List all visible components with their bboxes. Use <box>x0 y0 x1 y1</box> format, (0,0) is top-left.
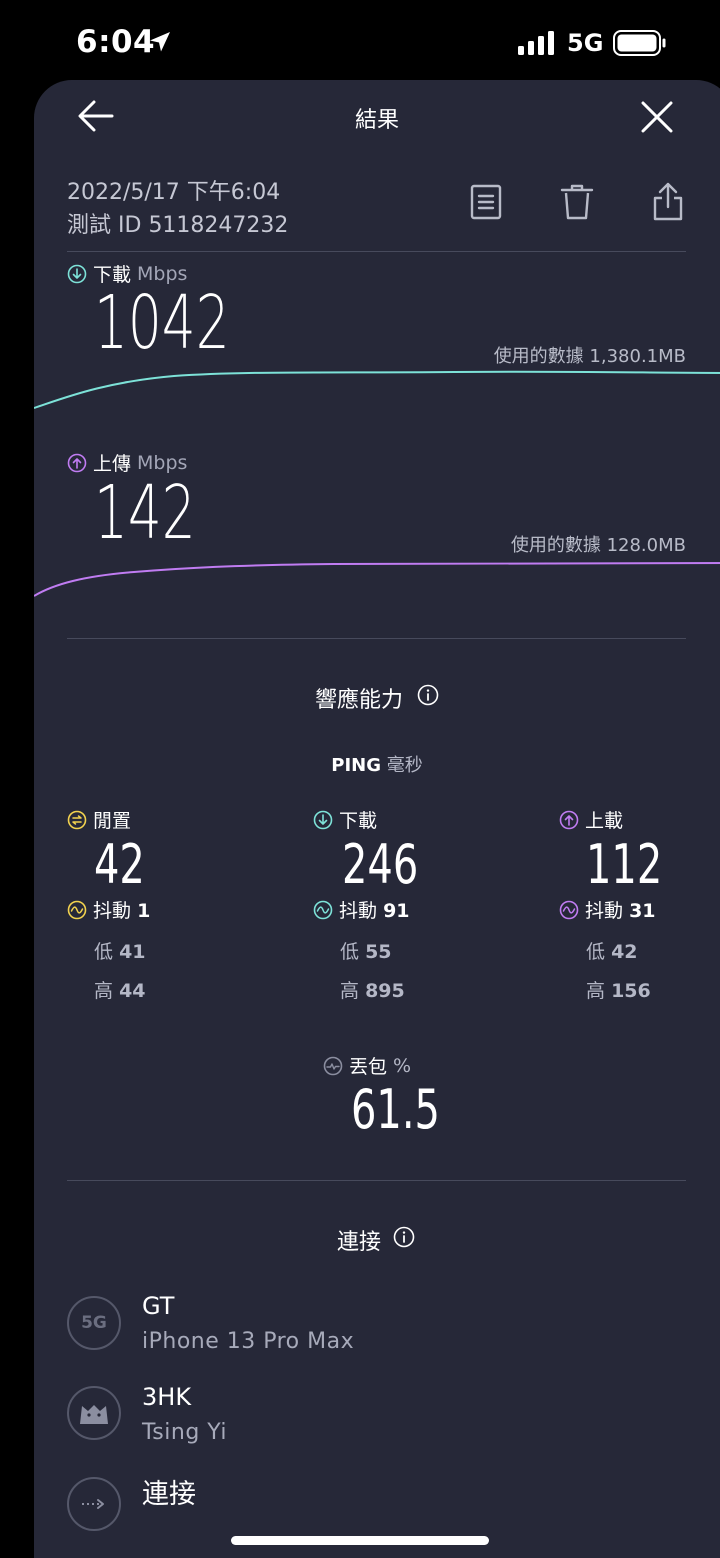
ping-idle-header: 閒置 <box>67 806 267 833</box>
ping-upload-label: 上載 <box>585 810 624 832</box>
ping-idle-jitter: 抖動 1 <box>67 896 267 923</box>
connection-type-label: 連接 <box>142 1479 196 1510</box>
connection-server-location: Tsing Yi <box>142 1420 228 1445</box>
responsiveness-title: 響應能力 <box>34 682 684 714</box>
results-sheet: 結果 2022/5/17 下午6:04 測試 ID 5118247232 下載 … <box>34 80 720 1558</box>
packet-loss-value: 61.5 <box>351 1078 440 1141</box>
ping-upload-jitter: 抖動 31 <box>559 896 720 923</box>
ping-download-jitter: 抖動 91 <box>313 896 513 923</box>
ping-download-value: 246 <box>342 833 419 896</box>
jitter-icon <box>313 900 333 919</box>
upload-speed: 142 <box>94 470 196 556</box>
ping-upload-value: 112 <box>586 833 663 896</box>
connection-title: 連接 <box>34 1224 684 1256</box>
ping-upload-column: 上載 112 抖動 31 低 42 高 156 <box>559 806 720 1003</box>
network-type-badge: 5G <box>67 1296 121 1350</box>
packet-loss-icon <box>323 1056 343 1075</box>
ping-download-low: 低 55 <box>340 941 392 963</box>
ping-upload-high: 高 156 <box>586 980 651 1002</box>
share-icon[interactable] <box>652 181 684 221</box>
ping-download-column: 下載 246 抖動 91 低 55 高 895 <box>313 806 513 1003</box>
network-type: 5G <box>567 29 604 57</box>
status-bar: 6:04 5G <box>0 0 720 80</box>
ping-unit: 毫秒 <box>386 755 423 776</box>
battery-icon <box>613 30 666 56</box>
arrow-right-dotted-icon <box>82 1499 104 1509</box>
connection-device-model: iPhone 13 Pro Max <box>142 1329 355 1354</box>
test-id-line: 測試 ID 5118247232 <box>67 207 288 239</box>
ping-upload-header: 上載 <box>559 806 720 833</box>
status-time: 6:04 <box>76 24 156 60</box>
connection-carrier-name: 3HK <box>142 1383 192 1411</box>
download-speed: 1042 <box>94 280 230 366</box>
page-title: 結果 <box>354 108 399 133</box>
divider <box>67 638 686 639</box>
trash-icon[interactable] <box>560 184 594 220</box>
upload-arrow-icon <box>559 810 579 829</box>
ping-idle-label: 閒置 <box>93 810 132 832</box>
jitter-icon <box>559 900 579 919</box>
ping-label-text: PING <box>331 755 381 776</box>
ping-idle-column: 閒置 42 抖動 1 低 41 高 44 <box>67 806 267 1003</box>
close-icon[interactable] <box>640 100 674 134</box>
info-icon[interactable] <box>393 1226 415 1248</box>
ping-download-high: 高 895 <box>340 980 405 1002</box>
ping-download-label: 下載 <box>339 810 378 832</box>
ping-upload-low: 低 42 <box>586 941 638 963</box>
test-datetime: 2022/5/17 下午6:04 <box>67 180 281 205</box>
download-speed-graph <box>34 370 720 409</box>
test-id-label: 測試 ID <box>67 213 142 238</box>
download-arrow-icon <box>67 264 87 283</box>
upload-arrow-icon <box>67 453 87 472</box>
connection-device-name: GT <box>142 1292 175 1320</box>
ping-download-header: 下載 <box>313 806 513 833</box>
packet-loss-label: 丟包 <box>349 1056 388 1078</box>
download-arrow-icon <box>313 810 333 829</box>
notes-icon[interactable] <box>470 184 502 220</box>
responsiveness-title-text: 響應能力 <box>314 688 403 713</box>
divider <box>67 1180 686 1181</box>
upload-speed-graph <box>34 562 720 597</box>
ping-idle-low: 低 41 <box>94 941 146 963</box>
divider <box>67 251 686 252</box>
carrier-logo-icon <box>80 1405 108 1424</box>
packet-loss-unit: % <box>393 1054 412 1077</box>
location-arrow-icon <box>150 32 170 52</box>
jitter-icon <box>67 900 87 919</box>
ping-label: PING 毫秒 <box>34 751 720 777</box>
info-icon[interactable] <box>417 684 439 706</box>
idle-icon <box>67 810 87 829</box>
ping-idle-high: 高 44 <box>94 980 146 1002</box>
network-badge-text: 5G <box>81 1313 107 1333</box>
test-id-value: 5118247232 <box>148 213 289 238</box>
home-indicator[interactable] <box>231 1536 489 1545</box>
carrier-badge <box>67 1386 121 1440</box>
packet-loss-header: 丟包 % <box>323 1052 411 1079</box>
cellular-signal-icon <box>518 31 554 55</box>
ping-idle-value: 42 <box>94 833 145 896</box>
connection-type-badge <box>67 1477 121 1531</box>
connection-title-text: 連接 <box>336 1230 381 1255</box>
